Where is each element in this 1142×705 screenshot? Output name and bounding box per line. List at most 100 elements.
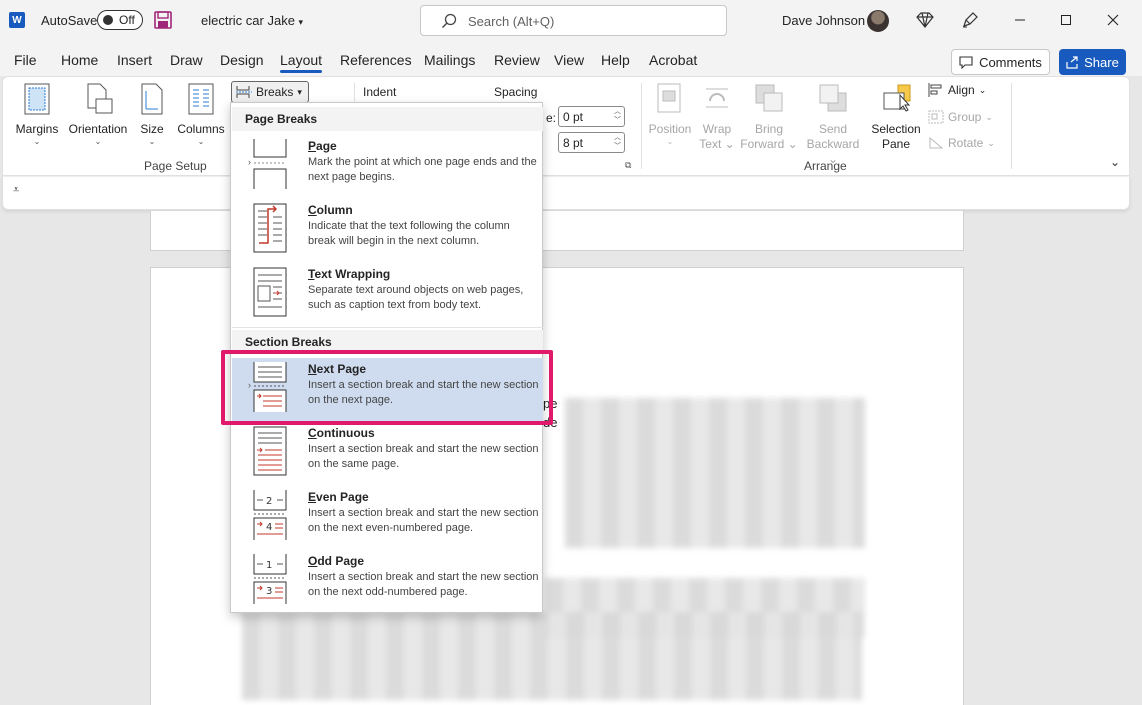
- send-backward-line1: Send: [818, 122, 848, 136]
- option-description: Insert a section break and start the new…: [308, 507, 539, 534]
- comments-button[interactable]: Comments: [951, 49, 1050, 75]
- option-title-rest: olumn: [316, 203, 353, 217]
- divider: [641, 83, 642, 169]
- pen-icon[interactable]: [960, 10, 980, 30]
- break-option-page[interactable]: › Page Mark the point at which one page …: [232, 135, 543, 199]
- option-title-rest: ext Wrapping: [314, 267, 391, 281]
- margins-button[interactable]: Margins ⌄: [15, 83, 59, 147]
- dialog-launcher-icon[interactable]: ⧉: [625, 160, 631, 171]
- share-label: Share: [1084, 54, 1119, 70]
- blurred-content: [565, 398, 865, 548]
- tab-file[interactable]: File: [14, 52, 37, 68]
- selection-pane-button[interactable]: Selection Pane: [869, 83, 923, 152]
- divider: [1011, 83, 1012, 169]
- document-title[interactable]: electric car Jake ▾: [201, 13, 303, 28]
- tab-design[interactable]: Design: [220, 52, 264, 68]
- columns-icon: [188, 83, 214, 115]
- selection-pane-line2: Pane: [881, 137, 911, 151]
- columns-button[interactable]: Columns ⌄: [175, 83, 227, 147]
- continuous-break-icon: [253, 426, 287, 476]
- customize-toolbar-icon[interactable]: ⩡: [13, 184, 19, 197]
- bring-forward-button[interactable]: Bring Forward ⌄: [740, 83, 798, 152]
- ribbon: Margins ⌄ Orientation ⌄ Size ⌄ Columns ⌄…: [2, 76, 1130, 176]
- minimize-button[interactable]: [1008, 8, 1032, 32]
- svg-text:1: 1: [266, 560, 272, 571]
- rotate-button[interactable]: Rotate ⌄: [928, 136, 995, 150]
- rotate-label: Rotate: [948, 136, 984, 150]
- option-title-rest: age: [316, 139, 337, 153]
- tab-references[interactable]: References: [340, 52, 412, 68]
- tab-review[interactable]: Review: [494, 52, 540, 68]
- option-title: Odd Page: [308, 554, 364, 568]
- selection-pane-line1: Selection: [871, 122, 921, 136]
- indent-label: Indent: [363, 85, 397, 99]
- margins-label: Margins: [15, 122, 59, 136]
- maximize-button[interactable]: [1054, 8, 1078, 32]
- send-backward-button[interactable]: Send Backward ⌄: [802, 83, 864, 167]
- spinner-arrows-icon[interactable]: ︿ ﹀: [614, 133, 621, 151]
- breaks-icon: [236, 86, 252, 98]
- close-button[interactable]: [1101, 8, 1125, 32]
- breaks-label: Breaks: [256, 85, 294, 99]
- break-option-continuous[interactable]: Continuous Insert a section break and st…: [232, 422, 543, 486]
- svg-text:4: 4: [266, 522, 272, 533]
- wrap-text-icon: [706, 88, 728, 108]
- chevron-down-icon: ⌄: [978, 84, 987, 95]
- spacing-before-value: 0 pt: [563, 110, 584, 124]
- size-button[interactable]: Size ⌄: [137, 83, 167, 147]
- group-button[interactable]: Group ⌄: [928, 110, 993, 124]
- rotate-icon: [929, 136, 944, 149]
- bring-forward-icon: [755, 84, 783, 112]
- tab-home[interactable]: Home: [61, 52, 98, 68]
- avatar[interactable]: [867, 10, 889, 32]
- chevron-down-icon: ⌄: [985, 111, 993, 122]
- tab-insert[interactable]: Insert: [117, 52, 152, 68]
- share-button[interactable]: Share: [1059, 49, 1126, 75]
- tab-help[interactable]: Help: [601, 52, 630, 68]
- collapse-ribbon-icon[interactable]: ⌄: [1110, 155, 1120, 169]
- even-page-break-icon: 24: [253, 490, 287, 540]
- tab-draw[interactable]: Draw: [170, 52, 203, 68]
- bring-forward-line1: Bring: [754, 122, 783, 136]
- column-break-icon: [253, 203, 287, 253]
- tab-acrobat[interactable]: Acrobat: [649, 52, 697, 68]
- option-title: Page: [308, 139, 337, 153]
- search-box[interactable]: Search (Alt+Q): [420, 5, 727, 36]
- chevron-down-icon: ⌄: [197, 137, 205, 146]
- break-option-even-page[interactable]: 24 Even Page Insert a section break and …: [232, 486, 543, 550]
- size-label: Size: [140, 122, 164, 136]
- option-description: Separate text around objects on web page…: [308, 284, 524, 311]
- position-icon: [657, 83, 681, 113]
- break-option-odd-page[interactable]: 13 Odd Page Insert a section break and s…: [232, 550, 543, 614]
- wrap-text-button[interactable]: Wrap Text ⌄: [698, 83, 736, 152]
- tab-mailings[interactable]: Mailings: [424, 52, 475, 68]
- bring-forward-label: Bring Forward ⌄: [740, 122, 798, 151]
- spacing-after-input[interactable]: 8 pt ︿ ﹀: [558, 132, 625, 153]
- option-title: Column: [308, 203, 353, 217]
- page-break-icon: [253, 139, 287, 189]
- option-description: Insert a section break and start the new…: [308, 443, 539, 470]
- option-title: Continuous: [308, 426, 375, 440]
- tab-layout[interactable]: Layout: [280, 52, 323, 73]
- option-accelerator: O: [308, 554, 318, 568]
- chevron-down-icon: ⌄: [987, 137, 995, 148]
- save-icon[interactable]: [154, 11, 172, 29]
- size-icon: [141, 83, 163, 115]
- bring-forward-line2: Forward: [740, 137, 785, 151]
- break-option-column[interactable]: Column Indicate that the text following …: [232, 199, 543, 263]
- share-icon: [1066, 55, 1078, 69]
- toggle-knob: [103, 15, 113, 25]
- breaks-button[interactable]: Breaks ▾: [231, 81, 309, 103]
- ribbon-tabs: File Home Insert Draw Design Layout Refe…: [0, 44, 1142, 76]
- search-icon: [442, 13, 457, 28]
- break-option-text-wrapping[interactable]: Text Wrapping Separate text around objec…: [232, 263, 543, 327]
- diamond-icon[interactable]: [915, 10, 935, 30]
- orientation-button[interactable]: Orientation ⌄: [66, 83, 130, 147]
- tab-view[interactable]: View: [554, 52, 584, 68]
- position-button[interactable]: Position ⌄: [646, 83, 694, 147]
- autosave-toggle[interactable]: Off: [97, 10, 143, 30]
- spinner-arrows-icon[interactable]: ︿ ﹀: [614, 107, 621, 125]
- align-button[interactable]: Align ⌄: [928, 83, 986, 97]
- spacing-before-input[interactable]: 0 pt ︿ ﹀: [558, 106, 625, 127]
- user-name[interactable]: Dave Johnson: [782, 13, 865, 28]
